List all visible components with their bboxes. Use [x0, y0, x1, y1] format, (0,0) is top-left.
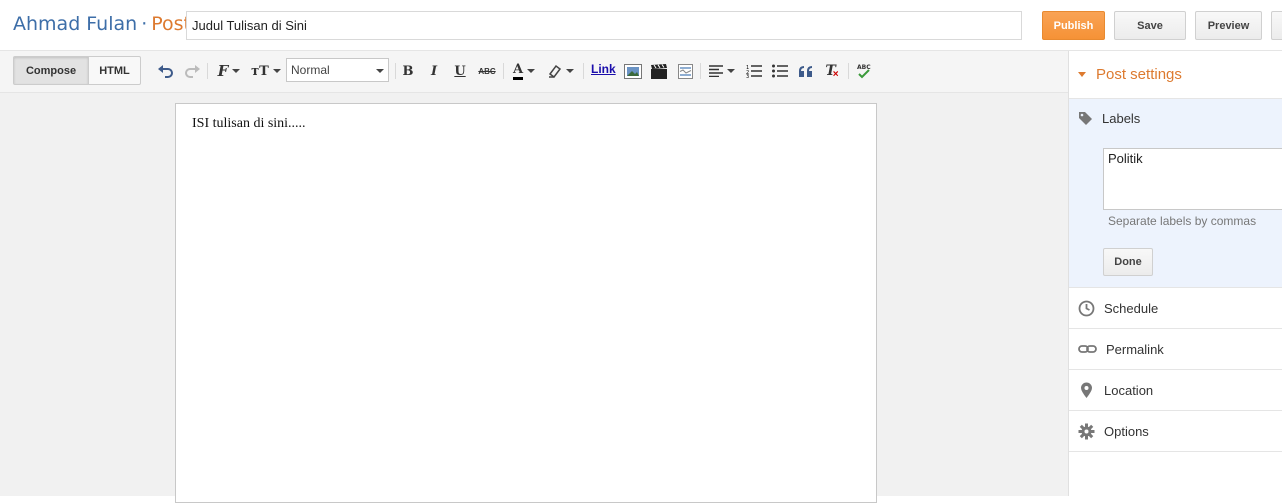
sidebar-item-label: Permalink: [1106, 342, 1164, 357]
svg-text:ABC: ABC: [857, 64, 871, 71]
blog-breadcrumb: Ahmad Fulan · Post: [13, 13, 191, 35]
location-pin-icon: [1081, 382, 1092, 398]
post-settings-title: Post settings: [1096, 66, 1182, 83]
labels-title: Labels: [1102, 111, 1141, 126]
sidebar-item-label: Location: [1104, 383, 1154, 398]
sidebar-item-label: Schedule: [1104, 301, 1159, 316]
post-body-text[interactable]: ISI tulisan di sini.....: [192, 116, 306, 131]
paragraph-format-value: Normal: [291, 63, 330, 77]
post-body-editor[interactable]: ISI tulisan di sini.....: [175, 103, 877, 503]
paragraph-format-select[interactable]: Normal: [286, 58, 389, 82]
redo-icon[interactable]: [183, 61, 201, 81]
sidebar-item-label: Options: [1104, 424, 1149, 439]
quote-icon[interactable]: [796, 61, 816, 81]
post-settings-header[interactable]: Post settings: [1078, 66, 1182, 83]
font-family-icon[interactable]: F: [214, 61, 244, 81]
sidebar-item-options[interactable]: Options: [1078, 423, 1149, 440]
divider: [1069, 410, 1282, 411]
tag-icon: [1079, 112, 1092, 125]
image-icon[interactable]: [623, 61, 643, 81]
breadcrumb-separator: ·: [141, 13, 148, 35]
text-color-icon[interactable]: A: [509, 61, 539, 81]
close-button[interactable]: [1271, 11, 1282, 40]
svg-text:3: 3: [746, 74, 749, 78]
divider: [1069, 451, 1282, 452]
numbered-list-icon[interactable]: 123: [744, 61, 764, 81]
strikethrough-icon[interactable]: ABC: [477, 61, 497, 81]
clock-icon: [1078, 300, 1095, 317]
sidebar-item-permalink[interactable]: Permalink: [1078, 341, 1164, 358]
divider: [1069, 369, 1282, 370]
compose-mode-button[interactable]: Compose: [13, 56, 89, 85]
link-button[interactable]: Link: [591, 62, 616, 76]
highlight-icon[interactable]: [546, 61, 576, 81]
divider: [1069, 328, 1282, 329]
publish-button[interactable]: Publish: [1042, 11, 1105, 40]
link-icon: [1078, 345, 1097, 353]
save-button[interactable]: Save: [1114, 11, 1186, 40]
italic-icon[interactable]: I: [427, 61, 441, 81]
spellcheck-icon[interactable]: ABC: [854, 61, 874, 81]
labels-done-button[interactable]: Done: [1103, 248, 1153, 276]
labels-header[interactable]: Labels: [1078, 111, 1140, 126]
bulleted-list-icon[interactable]: [770, 61, 790, 81]
remove-format-icon[interactable]: T ×: [822, 61, 842, 81]
bold-icon[interactable]: B: [401, 61, 415, 81]
align-icon[interactable]: [707, 61, 737, 81]
video-icon[interactable]: [649, 61, 669, 81]
collapse-triangle-icon: [1078, 72, 1086, 77]
html-mode-button[interactable]: HTML: [88, 56, 141, 85]
labels-input[interactable]: Politik: [1103, 148, 1282, 210]
jump-break-icon[interactable]: [675, 61, 695, 81]
sidebar-item-schedule[interactable]: Schedule: [1078, 300, 1158, 317]
gear-icon: [1078, 423, 1095, 440]
font-size-icon[interactable]: тT: [251, 61, 281, 81]
preview-button[interactable]: Preview: [1195, 11, 1262, 40]
labels-hint: Separate labels by commas: [1108, 214, 1257, 228]
blog-name-link[interactable]: Ahmad Fulan: [13, 13, 137, 35]
post-title-input[interactable]: [186, 11, 1022, 40]
undo-icon[interactable]: [157, 61, 175, 81]
underline-icon[interactable]: U: [453, 61, 467, 81]
sidebar-item-location[interactable]: Location: [1078, 382, 1153, 399]
